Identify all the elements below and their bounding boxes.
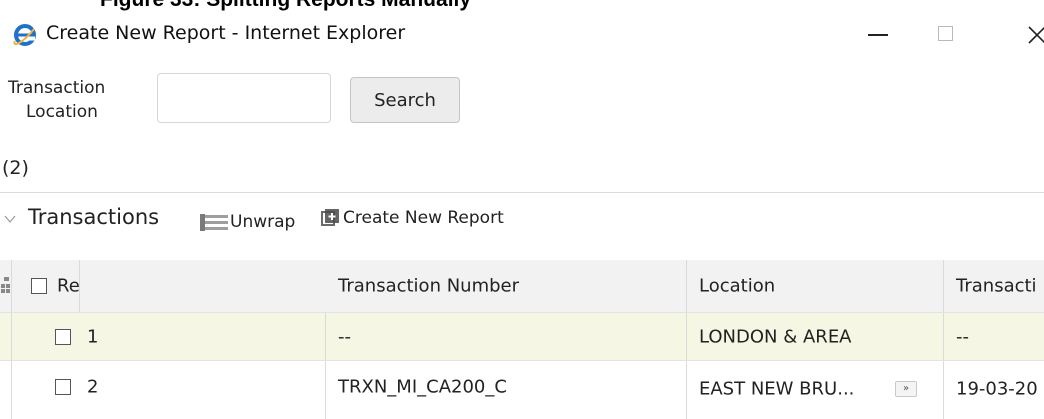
close-icon: [1028, 26, 1044, 44]
expand-location-button[interactable]: »: [895, 381, 917, 397]
internet-explorer-icon: [13, 24, 36, 46]
tree-cell: [0, 361, 12, 419]
figure-caption-text: Figure 33: Splitting Reports Manually: [100, 0, 471, 12]
maximize-icon: [938, 26, 953, 41]
result-count: (2): [2, 157, 29, 179]
transaction-location-label: Transaction Location: [8, 76, 138, 124]
unwrap-icon[interactable]: [200, 214, 228, 232]
transactions-title: Transactions: [28, 205, 160, 229]
figure-caption: Figure 33: Splitting Reports Manually: [0, 0, 1044, 14]
maximize-button[interactable]: [934, 14, 960, 54]
row-checkbox[interactable]: [55, 379, 71, 395]
transaction-number-cell: --: [326, 313, 687, 360]
create-report-icon[interactable]: [320, 208, 340, 228]
tree-cell: [0, 313, 12, 360]
select-all-checkbox[interactable]: [31, 278, 47, 294]
unwrap-button[interactable]: Unwrap: [230, 212, 295, 232]
record-cell: 2: [12, 361, 326, 419]
title-bar: Create New Report - Internet Explorer: [0, 14, 1044, 54]
transaction-number-header[interactable]: Transaction Number: [326, 260, 687, 312]
search-button[interactable]: Search: [350, 77, 460, 123]
transaction-date: 19-03-20: [956, 378, 1038, 400]
divider: [0, 192, 1044, 193]
record-number: 1: [87, 326, 99, 347]
create-new-report-button[interactable]: Create New Report: [343, 208, 504, 228]
record-cell: 1: [12, 313, 326, 360]
location-cell: EAST NEW BRU... »: [687, 361, 944, 419]
transaction-number: --: [338, 326, 351, 347]
table-row[interactable]: 2 TRXN_MI_CA200_C EAST NEW BRU... » 19-0…: [0, 360, 1044, 419]
transaction-location-input[interactable]: [157, 73, 331, 123]
label-line-2: Location: [26, 102, 98, 122]
minimize-icon: [868, 34, 888, 36]
transaction-date: --: [956, 326, 969, 347]
table-row[interactable]: 1 -- LONDON & AREA --: [0, 312, 1044, 360]
column-header-record-number: Record Number: [57, 275, 80, 297]
tree-column-header[interactable]: [0, 260, 12, 312]
column-header-transaction-number: Transaction Number: [338, 275, 520, 297]
row-checkbox[interactable]: [55, 328, 71, 345]
column-header-transaction-date: Transacti: [956, 275, 1037, 297]
transaction-date-cell: --: [944, 313, 1044, 360]
record-number: 2: [87, 376, 99, 398]
transaction-date-header[interactable]: Transacti: [944, 260, 1044, 312]
chevron-down-icon[interactable]: [4, 214, 16, 224]
transaction-number: TRXN_MI_CA200_C: [338, 376, 507, 398]
transaction-date-cell: 19-03-20: [944, 361, 1044, 419]
transaction-number-cell: TRXN_MI_CA200_C: [326, 361, 687, 419]
location-value: EAST NEW BRU...: [699, 378, 855, 400]
browser-window: Create New Report - Internet Explorer Tr…: [0, 14, 1044, 419]
transactions-toolbar: Transactions Unwrap Create New Report: [0, 202, 1044, 238]
column-header-location: Location: [699, 275, 776, 297]
minimize-button[interactable]: [868, 14, 888, 54]
window-title: Create New Report - Internet Explorer: [46, 22, 406, 44]
label-line-1: Transaction: [8, 78, 106, 98]
tree-icon: [1, 277, 10, 293]
table-header: Record Number Transaction Number Locatio…: [0, 260, 1044, 312]
location-header[interactable]: Location: [687, 260, 944, 312]
location-cell: LONDON & AREA: [687, 313, 944, 360]
location-value: LONDON & AREA: [699, 326, 852, 347]
record-number-header[interactable]: Record Number: [12, 260, 80, 312]
close-button[interactable]: [1022, 14, 1044, 54]
